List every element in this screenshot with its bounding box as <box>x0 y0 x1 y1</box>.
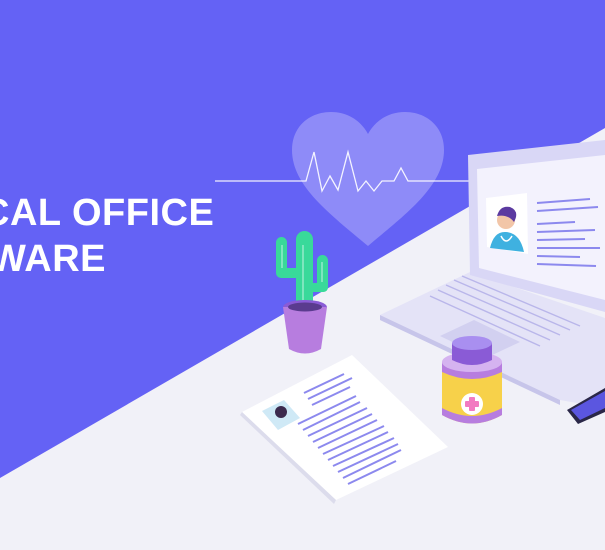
heart-icon <box>292 112 444 246</box>
doctor-avatar <box>486 193 528 254</box>
headline: CAL OFFICE WARE <box>0 190 214 282</box>
medical-cross-icon <box>461 393 483 415</box>
headline-line-2: WARE <box>0 238 106 280</box>
headline-line-1: CAL OFFICE <box>0 192 215 234</box>
hero-illustration: CAL OFFICE WARE <box>0 0 605 550</box>
